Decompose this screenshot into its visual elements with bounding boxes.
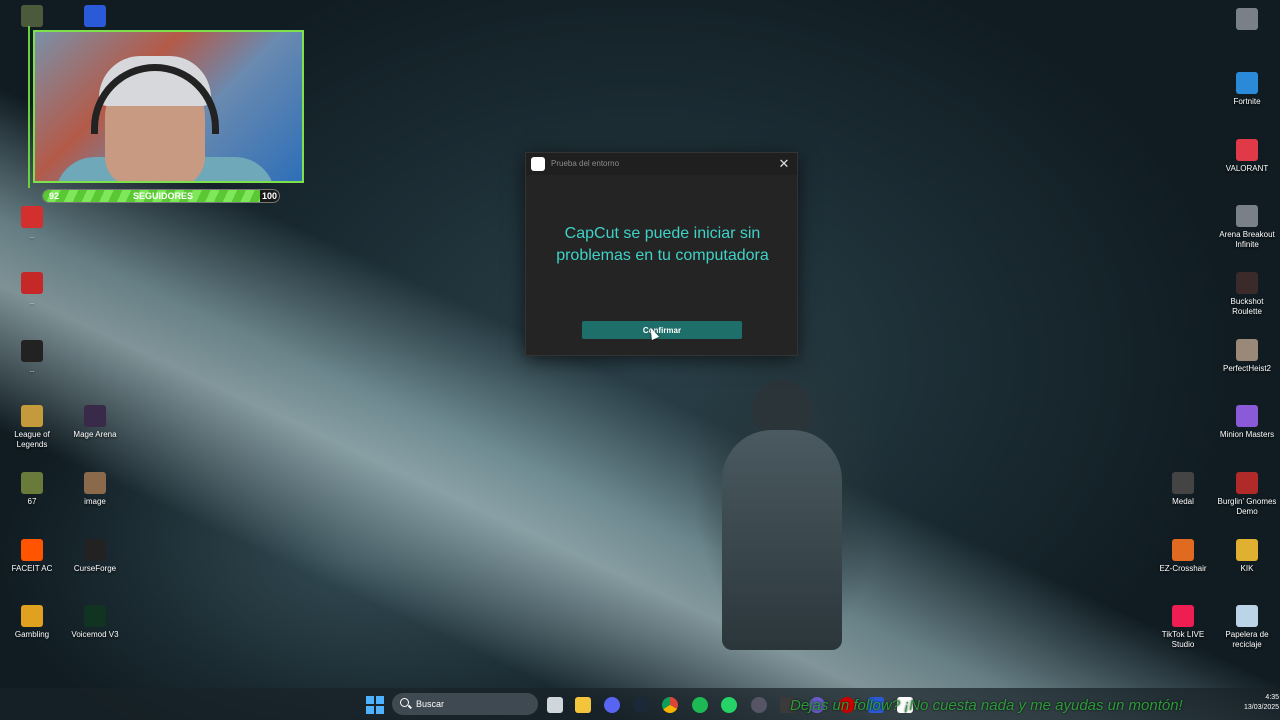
shortcut-icon bbox=[21, 272, 43, 294]
app-icon[interactable] bbox=[751, 697, 767, 713]
follower-current: 92 bbox=[49, 191, 60, 201]
desktop-icon-kik[interactable]: KIK bbox=[1215, 539, 1279, 574]
desktop-icon-gambling[interactable]: Gambling bbox=[0, 605, 64, 640]
tiktok-icon bbox=[1172, 605, 1194, 627]
desktop-icon-left-1[interactable]: .. bbox=[0, 272, 64, 307]
desktop-icon-minion-masters[interactable]: Minion Masters bbox=[1215, 405, 1279, 440]
file-explorer-icon[interactable] bbox=[575, 697, 591, 713]
crosshair-icon bbox=[1172, 539, 1194, 561]
search-icon bbox=[400, 698, 409, 707]
folder-icon bbox=[21, 605, 43, 627]
perfectheist-icon bbox=[1236, 339, 1258, 361]
discord-icon[interactable] bbox=[604, 697, 620, 713]
call-of-duty-icon bbox=[21, 340, 43, 362]
start-button[interactable] bbox=[366, 696, 384, 714]
fortnite-icon bbox=[1236, 72, 1258, 94]
windows-logo-pane bbox=[366, 706, 374, 714]
clock-date: 13/03/2025 bbox=[1244, 704, 1280, 711]
task-view-icon[interactable] bbox=[547, 697, 563, 713]
valorant-icon bbox=[1236, 139, 1258, 161]
windows-logo-pane bbox=[376, 706, 384, 714]
desktop-icon-mage-arena[interactable]: Mage Arena bbox=[63, 405, 127, 440]
desktop-icon-image[interactable]: image bbox=[63, 472, 127, 507]
desktop-icon-67[interactable]: 67 bbox=[0, 472, 64, 507]
whatsapp-icon[interactable] bbox=[721, 697, 737, 713]
follower-goal-label: SEGUIDORES bbox=[133, 191, 194, 201]
close-button[interactable]: ✕ bbox=[776, 156, 792, 172]
desktop-icon-medal[interactable]: Medal bbox=[1151, 472, 1215, 507]
league-of-legends-icon bbox=[21, 405, 43, 427]
image-file-icon bbox=[21, 472, 43, 494]
desktop-icon-arena-breakout[interactable]: Arena Breakout Infinite bbox=[1215, 205, 1279, 250]
stream-ticker-text: Dejas un follow? ¡No cuesta nada y me ay… bbox=[790, 697, 1183, 714]
capcut-logo-icon bbox=[531, 157, 545, 171]
capcut-environment-dialog: Prueba del entorno ✕ CapCut se puede ini… bbox=[525, 152, 798, 356]
follower-goal-bar: 92 SEGUIDORES 100 bbox=[42, 189, 280, 203]
search-placeholder: Buscar bbox=[416, 699, 445, 709]
clock-time: 4:35 bbox=[1265, 694, 1280, 701]
windows-logo-pane bbox=[376, 696, 384, 704]
desktop-icon-buckshot-roulette[interactable]: Buckshot Roulette bbox=[1215, 272, 1279, 317]
dialog-title-bar: Prueba del entorno ✕ bbox=[526, 153, 797, 175]
desktop-icon-left-0[interactable]: .. bbox=[0, 206, 64, 241]
confirm-button[interactable]: Confirmar bbox=[582, 321, 742, 339]
chrome-icon[interactable] bbox=[662, 697, 678, 713]
taskbar-search-box[interactable]: Buscar bbox=[392, 693, 538, 715]
windows-logo-icon bbox=[366, 696, 374, 704]
curseforge-icon bbox=[84, 539, 106, 561]
voicemod-icon bbox=[84, 605, 106, 627]
desktop-icon-tiktok-live-studio[interactable]: TikTok LIVE Studio bbox=[1151, 605, 1215, 650]
app-icon bbox=[84, 5, 106, 27]
desktop-icon-valorant[interactable]: VALORANT bbox=[1215, 139, 1279, 174]
burglin-gnomes-icon bbox=[1236, 472, 1258, 494]
dialog-message: CapCut se puede iniciar sin problemas en… bbox=[556, 225, 769, 264]
desktop-icon-perfectheist2[interactable]: PerfectHeist2 bbox=[1215, 339, 1279, 374]
buckshot-roulette-icon bbox=[1236, 272, 1258, 294]
follower-goal-target: 100 bbox=[262, 191, 278, 201]
steam-icon[interactable] bbox=[633, 697, 649, 713]
desktop-icon-voicemod[interactable]: Voicemod V3 bbox=[63, 605, 127, 640]
app-icon bbox=[1236, 8, 1258, 30]
image-file-icon bbox=[84, 472, 106, 494]
dialog-title: Prueba del entorno bbox=[551, 159, 620, 168]
mage-arena-icon bbox=[84, 405, 106, 427]
wallpaper-figure-body bbox=[722, 430, 842, 650]
minion-masters-icon bbox=[1236, 405, 1258, 427]
desktop-icon-recycle-bin[interactable]: Papelera de reciclaje bbox=[1215, 605, 1279, 650]
webcam-overlay bbox=[33, 30, 304, 183]
desktop-icon-faceit-ac[interactable]: FACEIT AC bbox=[0, 539, 64, 574]
game-icon bbox=[21, 5, 43, 27]
desktop-icon-left-2[interactable]: .. bbox=[0, 340, 64, 375]
desktop-icon-ez-crosshair[interactable]: EZ-Crosshair bbox=[1151, 539, 1215, 574]
faceit-icon bbox=[21, 539, 43, 561]
medal-icon bbox=[1172, 472, 1194, 494]
recycle-bin-icon bbox=[1236, 605, 1258, 627]
desktop-icon-curseforge[interactable]: CurseForge bbox=[63, 539, 127, 574]
shortcut-icon bbox=[21, 206, 43, 228]
desktop-icon-league-of-legends[interactable]: League of Legends bbox=[0, 405, 64, 450]
desktop-icon-fortnite[interactable]: Fortnite bbox=[1215, 72, 1279, 107]
folder-icon bbox=[1236, 539, 1258, 561]
desktop-icon-right-top[interactable] bbox=[1215, 8, 1279, 33]
desktop-icon-burglin-gnomes[interactable]: Burglin' Gnomes Demo bbox=[1215, 472, 1279, 517]
arena-breakout-icon bbox=[1236, 205, 1258, 227]
system-clock[interactable]: 4:35 13/03/2025 bbox=[1244, 693, 1279, 713]
spotify-icon[interactable] bbox=[692, 697, 708, 713]
